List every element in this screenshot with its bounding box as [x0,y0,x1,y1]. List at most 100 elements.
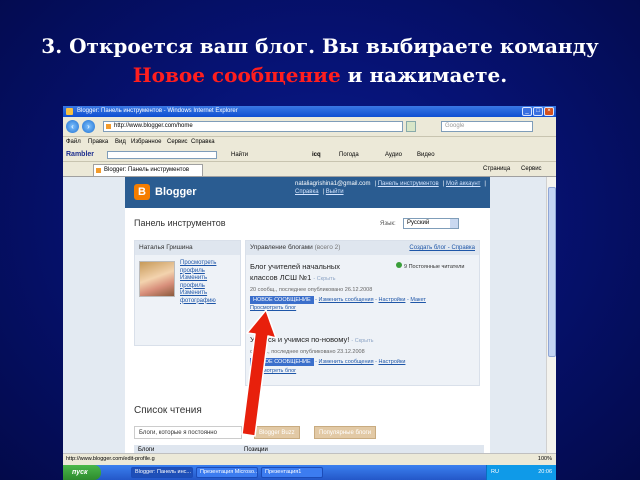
start-button[interactable]: пуск [63,465,101,480]
search-input[interactable]: Google [441,121,533,132]
manage-blogs-panel: Управление блогами (всего 2) Создать бло… [245,240,480,386]
edit-photo-link-2[interactable]: фотографию [180,298,216,306]
edit-profile-link-2[interactable]: профиль [180,283,216,291]
blog2-view-row: Просмотреть блог [250,368,296,374]
address-value: http://www.blogger.com/home [114,123,193,129]
slide-title-part1: 3. Откроется ваш блог. Вы выбираете кома… [41,34,599,58]
language-label: Язык: [380,221,396,227]
blogger-logo-icon: B [134,184,150,200]
language-value: Русский [407,220,430,226]
blogger-header: B Blogger nataliagrishina1@gmail.com | Па… [125,177,490,208]
layout-link[interactable]: Макет [410,297,426,303]
window-title: Blogger: Панель инструментов - Windows I… [77,108,238,114]
scroll-thumb[interactable] [548,187,556,357]
menu-favorites[interactable]: Избранное [131,137,161,148]
user-name: Наталья Гришина [135,241,240,255]
address-field[interactable]: http://www.blogger.com/home [103,121,403,132]
blog2-hide-link[interactable]: - Скрыть [351,338,373,344]
account-links: nataliagrishina1@gmail.com | Панель инстр… [295,181,486,195]
help-link[interactable]: Справка [295,189,319,195]
reading-list-title: Список чтения [134,405,202,416]
menu-tools[interactable]: Сервис [167,137,188,148]
edit-posts-link[interactable]: Изменить сообщения [319,297,374,303]
new-post-button-2[interactable]: НОВОЕ СООБЩЕНИЕ [250,358,314,366]
view-blog-link[interactable]: Просмотреть блог [250,305,296,311]
blog1-hide-link[interactable]: - Скрыть [313,276,335,282]
page-icon [106,124,111,129]
slide-title: 3. Откроется ваш блог. Вы выбираете кома… [0,32,640,90]
dashboard-link[interactable]: Панель инструментов [378,181,439,187]
page-scrollbar[interactable] [546,177,556,453]
tab-following[interactable]: Блоги, которые я постоянно [134,426,242,439]
edit-photo-link-1[interactable]: Изменить [180,290,216,298]
avatar [139,261,175,297]
settings-link[interactable]: Настройки [378,297,405,303]
minimize-icon[interactable]: _ [522,107,532,116]
blog1-title[interactable]: Блог учителей начальных классов ЛСШ №1 -… [250,261,375,285]
browser-screenshot: Blogger: Панель инструментов - Windows I… [63,106,556,480]
blogger-dashboard: B Blogger nataliagrishina1@gmail.com | Па… [125,177,490,453]
tab-blogger-buzz[interactable]: Blogger Buzz [254,426,300,439]
blog2-title[interactable]: Учимся и учимся по-новому! - Скрыть [250,335,374,346]
tools-menu[interactable]: Сервис [521,165,542,174]
task-presentation[interactable]: Презентация Microso... [196,467,258,478]
zoom-level[interactable]: 100% [538,454,552,465]
close-icon[interactable]: × [544,107,554,116]
back-arrow-icon[interactable]: ‹ [66,120,79,133]
find-button[interactable]: Найти [231,148,248,162]
slide-title-highlight: Новое сообщение [132,63,341,87]
task-presentation1[interactable]: Презентация1 [261,467,323,478]
weather-button[interactable]: Погода [339,148,359,162]
manage-title: Управление блогами [250,244,313,251]
new-post-button[interactable]: НОВОЕ СООБЩЕНИЕ [250,296,314,304]
search-placeholder: Google [445,123,465,129]
blog2-title-text: Учимся и учимся по-новому! [250,335,350,344]
status-bar: http://www.blogger.com/edit-profile.g 10… [63,453,556,465]
create-blog-link[interactable]: Создать блог - Справка [409,241,475,255]
ie-icon [66,108,73,115]
account-link[interactable]: Мой аккаунт [446,181,480,187]
blogger-logo-text: Blogger [155,186,197,198]
rambler-search-input[interactable] [107,151,217,159]
refresh-icon[interactable] [406,121,416,132]
address-bar-row: ‹ › http://www.blogger.com/home Google [63,117,556,137]
language-indicator[interactable]: RU [491,465,499,480]
tab-row: Blogger: Панель инструментов Страница Се… [63,162,556,177]
window-titlebar: Blogger: Панель инструментов - Windows I… [63,106,556,117]
menu-help[interactable]: Справка [191,137,215,148]
col-blogs: Блоги [138,447,155,453]
blogger-favicon [96,168,101,173]
video-button[interactable]: Видео [417,148,435,162]
forward-arrow-icon[interactable]: › [82,120,95,133]
menu-view[interactable]: Вид [115,137,126,148]
blog1-title-line2: классов ЛСШ №1 [250,273,312,282]
clock: 20:06 [538,469,552,475]
blog2-actions: НОВОЕ СООБЩЕНИЕ - Изменить сообщения - Н… [250,358,405,366]
task-blogger[interactable]: Blogger: Панель инс... [131,467,193,478]
menu-edit[interactable]: Правка [88,137,108,148]
edit-posts-link-2[interactable]: Изменить сообщения [319,359,374,365]
language-select[interactable]: Русский [403,218,459,229]
browser-tab[interactable]: Blogger: Панель инструментов [93,164,203,176]
blog1-title-line1: Блог учителей начальных [250,262,341,271]
maximize-icon[interactable]: □ [533,107,543,116]
rambler-toolbar: Rambler Найти icq Погода Аудио Видео [63,148,556,162]
view-profile-link-2[interactable]: профиль [180,268,216,276]
view-blog-link-2[interactable]: Просмотреть блог [250,368,296,374]
system-tray: RU 20:06 [486,465,556,480]
profile-links: Просмотреть профиль Изменить профиль Изм… [180,260,216,305]
view-profile-link-1[interactable]: Просмотреть [180,260,216,268]
icq-button[interactable]: icq [312,148,321,162]
tab-label: Blogger: Панель инструментов [104,167,190,173]
status-url: http://www.blogger.com/edit-profile.g [66,456,155,462]
menu-file[interactable]: Файл [66,137,81,148]
audio-button[interactable]: Аудио [385,148,402,162]
tab-popular[interactable]: Популярные блоги [314,426,377,439]
window-controls: _ □ × [522,107,554,116]
web-page: B Blogger nataliagrishina1@gmail.com | Па… [63,177,556,453]
edit-profile-link-1[interactable]: Изменить [180,275,216,283]
page-menu[interactable]: Страница [483,165,510,174]
followers-count[interactable]: 9 Постоянные читатели [404,264,464,270]
logout-link[interactable]: Выйти [326,189,344,195]
settings-link-2[interactable]: Настройки [378,359,405,365]
